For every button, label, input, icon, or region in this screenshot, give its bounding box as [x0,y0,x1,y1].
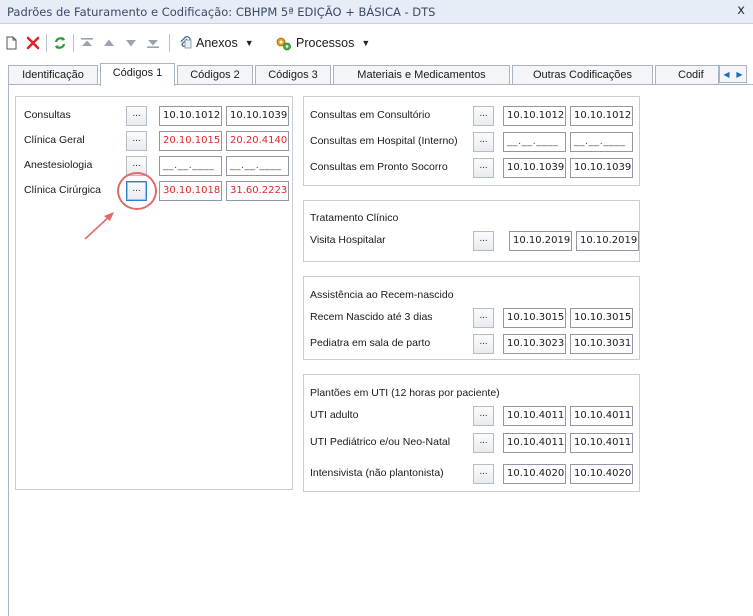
code-field-uti-pediatrico-2[interactable]: 10.10.4011 [570,433,633,453]
row-label-consultas-em-hospital: Consultas em Hospital (Interno) [310,135,458,147]
lookup-button-consultas[interactable]: ... [126,106,147,126]
plantoes-uti-panel: Plantões em UTI (12 horas por paciente) … [303,374,640,492]
lookup-button-uti-adulto[interactable]: ... [473,406,494,426]
chevron-right-icon[interactable]: ▶ [736,70,742,79]
tab-codif[interactable]: Codif [655,65,719,85]
code-field-consultas-em-pronto-socorro-2[interactable]: 10.10.1039 [570,158,633,178]
lookup-button-intensivista[interactable]: ... [473,464,494,484]
row-label-intensivista: Intensivista (não plantonista) [310,467,444,479]
move-first-icon[interactable] [79,33,95,53]
left-codes-panel: Consultas ... 10.10.1012 10.10.1039 Clín… [15,96,293,490]
code-field-visita-hospitalar-2[interactable]: 10.10.2019 [576,231,639,251]
move-up-icon[interactable] [101,33,117,53]
code-field-pediatra-em-sala-de-parto-2[interactable]: 10.10.3031 [570,334,633,354]
code-field-recem-nascido-ate-3-dias-2[interactable]: 10.10.3015 [570,308,633,328]
row-label-recem-nascido-ate-3-dias: Recem Nascido até 3 dias [310,311,433,323]
tab-codigos-3[interactable]: Códigos 3 [255,65,331,85]
processos-menu-button[interactable]: Processos ▼ [275,33,370,53]
code-field-uti-pediatrico-1[interactable]: 10.10.4011 [503,433,566,453]
lookup-button-consultas-em-consultorio[interactable]: ... [473,106,494,126]
lookup-button-consultas-em-pronto-socorro[interactable]: ... [473,158,494,178]
tab-identificacao[interactable]: Identificação [8,65,98,85]
lookup-button-visita-hospitalar[interactable]: ... [473,231,494,251]
close-icon[interactable]: x [737,3,745,18]
code-field-consultas-1[interactable]: 10.10.1012 [159,106,222,126]
code-field-anestesiologia-1[interactable]: __.__.____ [159,156,222,176]
chevron-down-icon: ▼ [244,38,254,48]
lookup-button-pediatra-em-sala-de-parto[interactable]: ... [473,334,494,354]
move-last-icon[interactable] [145,33,161,53]
code-field-clinica-geral-2[interactable]: 20.20.4140 [226,131,289,151]
toolbar-separator [73,34,74,52]
code-field-consultas-em-consultorio-1[interactable]: 10.10.1012 [503,106,566,126]
process-gears-icon [276,37,291,50]
annotation-circle [117,172,157,210]
tab-scroll-buttons[interactable]: ◀ ▶ [719,65,747,83]
lookup-button-clinica-geral[interactable]: ... [126,131,147,151]
chevron-left-icon[interactable]: ◀ [723,70,729,79]
tab-materiais-e-medicamentos[interactable]: Materiais e Medicamentos [333,65,510,85]
code-field-visita-hospitalar-1[interactable]: 10.10.2019 [509,231,572,251]
code-field-recem-nascido-ate-3-dias-1[interactable]: 10.10.3015 [503,308,566,328]
lookup-button-recem-nascido-ate-3-dias[interactable]: ... [473,308,494,328]
window-title: Padrões de Faturamento e Codificação: CB… [7,5,436,19]
window-titlebar: Padrões de Faturamento e Codificação: CB… [0,0,753,24]
row-label-consultas-em-consultorio: Consultas em Consultório [310,109,431,121]
new-document-icon[interactable] [4,33,18,53]
processos-label: Processos [296,36,355,50]
toolbar: Anexos ▼ Processos ▼ [0,26,753,60]
tratamento-clinico-heading: Tratamento Clínico [310,212,399,224]
anexos-label: Anexos [196,36,238,50]
toolbar-separator [46,34,47,52]
code-field-uti-adulto-2[interactable]: 10.10.4011 [570,406,633,426]
code-field-clinica-geral-1[interactable]: 20.10.1015 [159,131,222,151]
tab-outras-codificacoes[interactable]: Outras Codificações [512,65,653,85]
anexos-menu-button[interactable]: Anexos ▼ [178,33,254,53]
annotation-arrow-icon [84,212,114,240]
consultas-panel: Consultas em Consultório ... 10.10.1012 … [303,96,640,186]
tab-codigos-2[interactable]: Códigos 2 [177,65,253,85]
code-field-uti-adulto-1[interactable]: 10.10.4011 [503,406,566,426]
tab-codigos-1[interactable]: Códigos 1 [100,63,175,86]
recem-nascido-panel: Assistência ao Recem-nascido Recem Nasci… [303,276,640,360]
code-field-consultas-em-hospital-1[interactable]: __.__.____ [503,132,566,152]
recem-nascido-heading: Assistência ao Recem-nascido [310,289,454,301]
code-field-anestesiologia-2[interactable]: __.__.____ [226,156,289,176]
paperclip-icon [180,36,192,49]
row-label-consultas: Consultas [24,109,71,121]
row-label-clinica-geral: Clínica Geral [24,134,85,146]
plantoes-uti-heading: Plantões em UTI (12 horas por paciente) [310,387,500,399]
code-field-intensivista-1[interactable]: 10.10.4020 [503,464,566,484]
row-label-clinica-cirurgica: Clínica Cirúrgica [24,184,102,196]
code-field-consultas-2[interactable]: 10.10.1039 [226,106,289,126]
code-field-pediatra-em-sala-de-parto-1[interactable]: 10.10.3023 [503,334,566,354]
code-field-consultas-em-consultorio-2[interactable]: 10.10.1012 [570,106,633,126]
row-label-uti-adulto: UTI adulto [310,409,359,421]
code-field-intensivista-2[interactable]: 10.10.4020 [570,464,633,484]
code-field-clinica-cirurgica-1[interactable]: 30.10.1018 [159,181,222,201]
row-label-anestesiologia: Anestesiologia [24,159,93,171]
tab-strip: Identificação Códigos 1 Códigos 2 Código… [8,63,753,86]
row-label-pediatra-em-sala-de-parto: Pediatra em sala de parto [310,337,431,349]
row-label-consultas-em-pronto-socorro: Consultas em Pronto Socorro [310,161,448,173]
refresh-icon[interactable] [52,33,68,53]
chevron-down-icon: ▼ [361,38,371,48]
row-label-uti-pediatrico: UTI Pediátrico e/ou Neo-Natal [310,436,451,448]
row-label-visita-hospitalar: Visita Hospitalar [310,234,386,246]
tratamento-clinico-panel: Tratamento Clínico Visita Hospitalar ...… [303,200,640,262]
code-field-consultas-em-pronto-socorro-1[interactable]: 10.10.1039 [503,158,566,178]
move-down-icon[interactable] [123,33,139,53]
lookup-button-uti-pediatrico[interactable]: ... [473,433,494,453]
lookup-button-consultas-em-hospital[interactable]: ... [473,132,494,152]
toolbar-separator [169,34,170,52]
code-field-clinica-cirurgica-2[interactable]: 31.60.2223 [226,181,289,201]
delete-icon[interactable] [25,33,41,53]
code-field-consultas-em-hospital-2[interactable]: __.__.____ [570,132,633,152]
